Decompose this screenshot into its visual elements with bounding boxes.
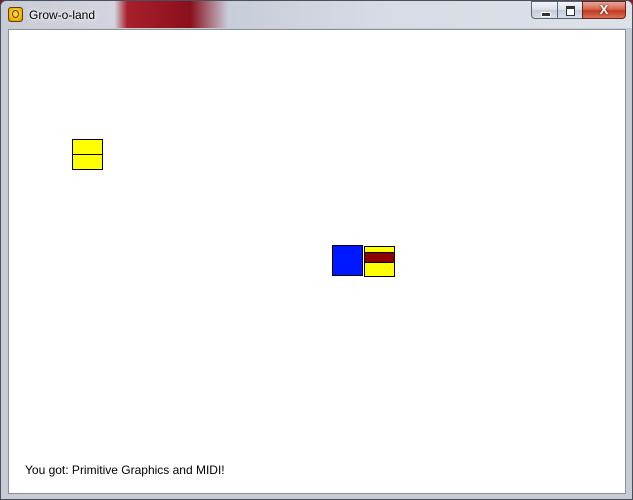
close-button[interactable]: X bbox=[582, 1, 626, 19]
title-bar[interactable]: Grow-o-land X bbox=[1, 1, 632, 28]
app-window: Grow-o-land X You got: Primitive Graphic… bbox=[0, 0, 633, 500]
maximize-icon bbox=[566, 6, 575, 16]
close-icon: X bbox=[599, 2, 609, 17]
maximize-button[interactable] bbox=[557, 1, 582, 19]
minimize-button[interactable] bbox=[531, 1, 557, 19]
app-icon[interactable] bbox=[8, 7, 23, 22]
blue-block bbox=[332, 245, 363, 276]
window-controls: X bbox=[531, 1, 626, 20]
game-canvas[interactable]: You got: Primitive Graphics and MIDI! bbox=[8, 29, 626, 494]
yellow-split-block bbox=[72, 139, 103, 170]
minimize-icon bbox=[541, 12, 551, 17]
window-title: Grow-o-land bbox=[29, 8, 96, 22]
status-text: You got: Primitive Graphics and MIDI! bbox=[25, 463, 225, 477]
yellow-red-block bbox=[364, 246, 395, 277]
